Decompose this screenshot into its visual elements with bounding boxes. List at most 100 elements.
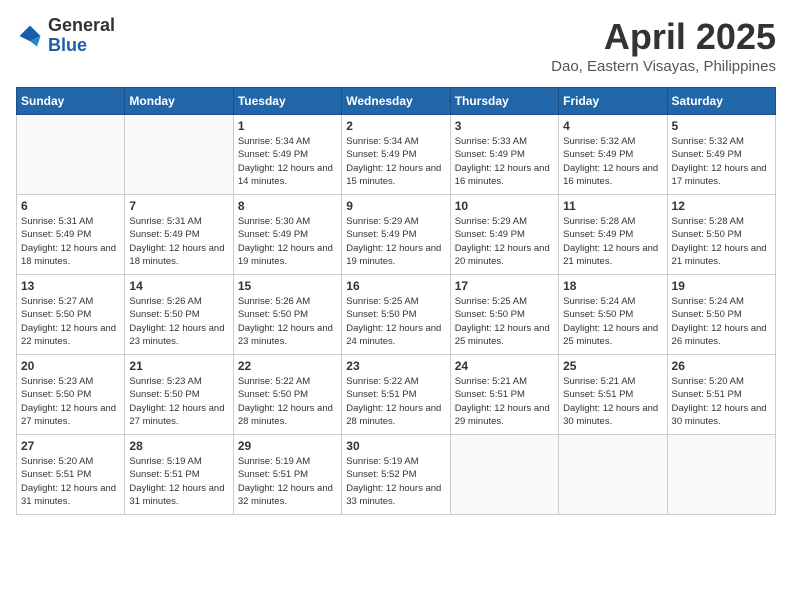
- title-area: April 2025 Dao, Eastern Visayas, Philipp…: [551, 16, 776, 75]
- day-number: 22: [238, 359, 337, 373]
- calendar-cell: 16 Sunrise: 5:25 AM Sunset: 5:50 PM Dayli…: [342, 275, 450, 355]
- day-info: Sunrise: 5:20 AM Sunset: 5:51 PM Dayligh…: [21, 455, 120, 508]
- calendar-cell: 15 Sunrise: 5:26 AM Sunset: 5:50 PM Dayli…: [233, 275, 341, 355]
- calendar-body: 1 Sunrise: 5:34 AM Sunset: 5:49 PM Daylig…: [17, 115, 776, 515]
- logo-icon: [16, 22, 44, 50]
- calendar-cell: 19 Sunrise: 5:24 AM Sunset: 5:50 PM Dayli…: [667, 275, 775, 355]
- calendar-cell: 8Sunrise: 5:30 AM Sunset: 5:49 PM Daylig…: [233, 195, 341, 275]
- header-day-tuesday: Tuesday: [233, 88, 341, 115]
- calendar-cell: 25 Sunrise: 5:21 AM Sunset: 5:51 PM Dayli…: [559, 355, 667, 435]
- calendar-cell: 1 Sunrise: 5:34 AM Sunset: 5:49 PM Daylig…: [233, 115, 341, 195]
- header-day-wednesday: Wednesday: [342, 88, 450, 115]
- day-info: Sunrise: 5:32 AM Sunset: 5:49 PM Dayligh…: [672, 135, 771, 188]
- day-info: Sunrise: 5:26 AM Sunset: 5:50 PM Dayligh…: [238, 295, 337, 348]
- day-info: Sunrise: 5:22 AM Sunset: 5:50 PM Dayligh…: [238, 375, 337, 428]
- day-number: 20: [21, 359, 120, 373]
- day-info: Sunrise: 5:23 AM Sunset: 5:50 PM Dayligh…: [21, 375, 120, 428]
- day-number: 7: [129, 199, 228, 213]
- logo-general: General: [48, 15, 115, 35]
- header-day-friday: Friday: [559, 88, 667, 115]
- week-row-3: 20 Sunrise: 5:23 AM Sunset: 5:50 PM Dayli…: [17, 355, 776, 435]
- day-info: Sunrise: 5:33 AM Sunset: 5:49 PM Dayligh…: [455, 135, 554, 188]
- calendar-cell: 5 Sunrise: 5:32 AM Sunset: 5:49 PM Daylig…: [667, 115, 775, 195]
- day-number: 11: [563, 199, 662, 213]
- day-info: Sunrise: 5:24 AM Sunset: 5:50 PM Dayligh…: [672, 295, 771, 348]
- day-info: Sunrise: 5:19 AM Sunset: 5:52 PM Dayligh…: [346, 455, 445, 508]
- day-number: 19: [672, 279, 771, 293]
- header-day-sunday: Sunday: [17, 88, 125, 115]
- day-number: 30: [346, 439, 445, 453]
- calendar-header: SundayMondayTuesdayWednesdayThursdayFrid…: [17, 88, 776, 115]
- day-info: Sunrise: 5:31 AM Sunset: 5:49 PM Dayligh…: [21, 215, 120, 268]
- calendar-cell: [450, 435, 558, 515]
- day-number: 17: [455, 279, 554, 293]
- calendar-cell: 10 Sunrise: 5:29 AM Sunset: 5:49 PM Dayli…: [450, 195, 558, 275]
- calendar-cell: 28Sunrise: 5:19 AM Sunset: 5:51 PM Dayli…: [125, 435, 233, 515]
- calendar-cell: 24Sunrise: 5:21 AM Sunset: 5:51 PM Dayli…: [450, 355, 558, 435]
- week-row-2: 13 Sunrise: 5:27 AM Sunset: 5:50 PM Dayli…: [17, 275, 776, 355]
- day-number: 21: [129, 359, 228, 373]
- day-number: 9: [346, 199, 445, 213]
- day-info: Sunrise: 5:28 AM Sunset: 5:49 PM Dayligh…: [563, 215, 662, 268]
- logo-blue: Blue: [48, 35, 87, 55]
- day-info: Sunrise: 5:30 AM Sunset: 5:49 PM Dayligh…: [238, 215, 337, 268]
- day-info: Sunrise: 5:22 AM Sunset: 5:51 PM Dayligh…: [346, 375, 445, 428]
- day-number: 6: [21, 199, 120, 213]
- day-info: Sunrise: 5:23 AM Sunset: 5:50 PM Dayligh…: [129, 375, 228, 428]
- day-info: Sunrise: 5:21 AM Sunset: 5:51 PM Dayligh…: [455, 375, 554, 428]
- day-info: Sunrise: 5:34 AM Sunset: 5:49 PM Dayligh…: [238, 135, 337, 188]
- calendar-cell: [667, 435, 775, 515]
- day-info: Sunrise: 5:32 AM Sunset: 5:49 PM Dayligh…: [563, 135, 662, 188]
- calendar-cell: 2Sunrise: 5:34 AM Sunset: 5:49 PM Daylig…: [342, 115, 450, 195]
- day-number: 2: [346, 119, 445, 133]
- day-info: Sunrise: 5:28 AM Sunset: 5:50 PM Dayligh…: [672, 215, 771, 268]
- day-info: Sunrise: 5:25 AM Sunset: 5:50 PM Dayligh…: [346, 295, 445, 348]
- week-row-0: 1 Sunrise: 5:34 AM Sunset: 5:49 PM Daylig…: [17, 115, 776, 195]
- calendar-cell: 29Sunrise: 5:19 AM Sunset: 5:51 PM Dayli…: [233, 435, 341, 515]
- week-row-1: 6 Sunrise: 5:31 AM Sunset: 5:49 PM Daylig…: [17, 195, 776, 275]
- calendar-cell: 12 Sunrise: 5:28 AM Sunset: 5:50 PM Dayli…: [667, 195, 775, 275]
- day-number: 4: [563, 119, 662, 133]
- calendar-cell: 22 Sunrise: 5:22 AM Sunset: 5:50 PM Dayli…: [233, 355, 341, 435]
- calendar-cell: 9Sunrise: 5:29 AM Sunset: 5:49 PM Daylig…: [342, 195, 450, 275]
- day-number: 1: [238, 119, 337, 133]
- day-number: 14: [129, 279, 228, 293]
- day-info: Sunrise: 5:21 AM Sunset: 5:51 PM Dayligh…: [563, 375, 662, 428]
- day-number: 23: [346, 359, 445, 373]
- day-info: Sunrise: 5:25 AM Sunset: 5:50 PM Dayligh…: [455, 295, 554, 348]
- day-number: 12: [672, 199, 771, 213]
- calendar-cell: 13 Sunrise: 5:27 AM Sunset: 5:50 PM Dayli…: [17, 275, 125, 355]
- calendar-cell: 18 Sunrise: 5:24 AM Sunset: 5:50 PM Dayli…: [559, 275, 667, 355]
- header: General Blue April 2025 Dao, Eastern Vis…: [16, 16, 776, 75]
- day-number: 29: [238, 439, 337, 453]
- day-info: Sunrise: 5:19 AM Sunset: 5:51 PM Dayligh…: [129, 455, 228, 508]
- day-info: Sunrise: 5:20 AM Sunset: 5:51 PM Dayligh…: [672, 375, 771, 428]
- day-info: Sunrise: 5:24 AM Sunset: 5:50 PM Dayligh…: [563, 295, 662, 348]
- header-row: SundayMondayTuesdayWednesdayThursdayFrid…: [17, 88, 776, 115]
- day-number: 18: [563, 279, 662, 293]
- day-number: 13: [21, 279, 120, 293]
- calendar-cell: 30 Sunrise: 5:19 AM Sunset: 5:52 PM Dayli…: [342, 435, 450, 515]
- calendar-cell: 11 Sunrise: 5:28 AM Sunset: 5:49 PM Dayli…: [559, 195, 667, 275]
- logo-text: General Blue: [48, 16, 115, 56]
- calendar-cell: 4 Sunrise: 5:32 AM Sunset: 5:49 PM Daylig…: [559, 115, 667, 195]
- calendar-cell: [559, 435, 667, 515]
- calendar-cell: [125, 115, 233, 195]
- day-number: 16: [346, 279, 445, 293]
- day-info: Sunrise: 5:27 AM Sunset: 5:50 PM Dayligh…: [21, 295, 120, 348]
- day-info: Sunrise: 5:29 AM Sunset: 5:49 PM Dayligh…: [455, 215, 554, 268]
- calendar-cell: 21 Sunrise: 5:23 AM Sunset: 5:50 PM Dayli…: [125, 355, 233, 435]
- calendar-cell: 3 Sunrise: 5:33 AM Sunset: 5:49 PM Daylig…: [450, 115, 558, 195]
- month-title: April 2025: [551, 16, 776, 58]
- day-number: 10: [455, 199, 554, 213]
- header-day-thursday: Thursday: [450, 88, 558, 115]
- calendar-cell: 7Sunrise: 5:31 AM Sunset: 5:49 PM Daylig…: [125, 195, 233, 275]
- day-number: 15: [238, 279, 337, 293]
- calendar-cell: 27Sunrise: 5:20 AM Sunset: 5:51 PM Dayli…: [17, 435, 125, 515]
- day-number: 5: [672, 119, 771, 133]
- day-number: 25: [563, 359, 662, 373]
- calendar-cell: 26Sunrise: 5:20 AM Sunset: 5:51 PM Dayli…: [667, 355, 775, 435]
- calendar-cell: 20 Sunrise: 5:23 AM Sunset: 5:50 PM Dayli…: [17, 355, 125, 435]
- header-day-monday: Monday: [125, 88, 233, 115]
- day-number: 3: [455, 119, 554, 133]
